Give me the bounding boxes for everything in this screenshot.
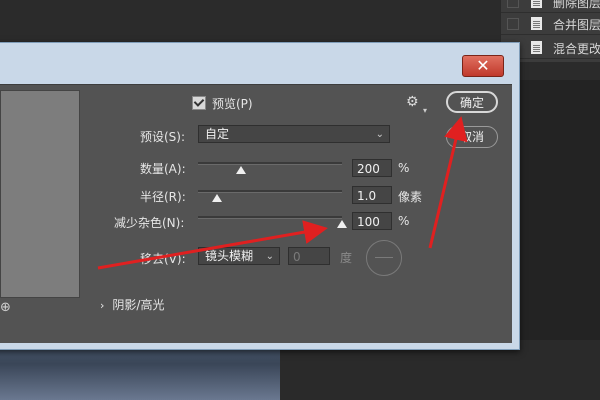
checkbox[interactable]: [507, 0, 519, 8]
amount-slider-thumb[interactable]: [236, 166, 247, 174]
layer-label: 混合更改: [553, 42, 600, 56]
preview-label: 预览(P): [212, 97, 253, 111]
layer-row[interactable]: 删除图层: [501, 0, 600, 13]
background-canvas: [520, 80, 600, 340]
preset-value: 自定: [205, 127, 230, 141]
remove-select[interactable]: 镜头模糊 ⌄: [198, 247, 280, 265]
preview-checkbox[interactable]: [192, 96, 206, 110]
layer-label: 合并图层: [553, 18, 600, 32]
radius-input[interactable]: 1.0: [352, 186, 392, 204]
reduce-noise-input[interactable]: 100: [352, 212, 392, 230]
radius-label: 半径(R):: [140, 190, 186, 204]
radius-unit: 像素: [398, 190, 423, 204]
angle-input[interactable]: 0: [288, 247, 330, 265]
chevron-down-icon: ⌄: [265, 251, 274, 262]
ok-button[interactable]: 确定: [446, 91, 498, 113]
chevron-right-icon: ›: [100, 299, 105, 312]
reduce-noise-slider-thumb[interactable]: [337, 220, 347, 228]
radius-slider[interactable]: [198, 190, 342, 193]
zoom-icon[interactable]: ⊕: [0, 300, 14, 315]
checkbox[interactable]: [507, 18, 519, 30]
radius-slider-thumb[interactable]: [211, 194, 222, 202]
document-icon: [531, 17, 542, 30]
shadow-highlight-label: 阴影/高光: [112, 298, 165, 312]
preset-label: 预设(S):: [140, 130, 186, 144]
angle-unit: 度: [340, 251, 353, 265]
gear-icon[interactable]: ⚙: [406, 94, 419, 110]
chevron-down-icon: ⌄: [375, 129, 384, 140]
preview-image[interactable]: [0, 90, 80, 298]
layer-label: 删除图层: [553, 0, 600, 10]
remove-label: 移去(V):: [140, 252, 186, 266]
amount-label: 数量(A):: [140, 162, 186, 176]
amount-unit: %: [398, 161, 410, 175]
angle-dial[interactable]: [366, 240, 402, 276]
document-icon: [531, 0, 542, 8]
remove-value: 镜头模糊: [205, 249, 254, 263]
amount-slider[interactable]: [198, 162, 342, 165]
layer-row[interactable]: 合并图层: [501, 14, 600, 35]
preset-select[interactable]: 自定 ⌄: [198, 125, 390, 143]
shadow-highlight-section[interactable]: › 阴影/高光: [100, 296, 164, 313]
chevron-down-icon: ▾: [423, 106, 428, 115]
reduce-noise-label: 减少杂色(N):: [114, 216, 185, 230]
document-icon: [531, 41, 542, 54]
close-button[interactable]: ✕: [462, 55, 504, 77]
reduce-noise-unit: %: [398, 214, 410, 228]
amount-input[interactable]: 200: [352, 159, 392, 177]
cancel-button[interactable]: 取消: [446, 126, 498, 148]
reduce-noise-slider[interactable]: [198, 216, 342, 219]
